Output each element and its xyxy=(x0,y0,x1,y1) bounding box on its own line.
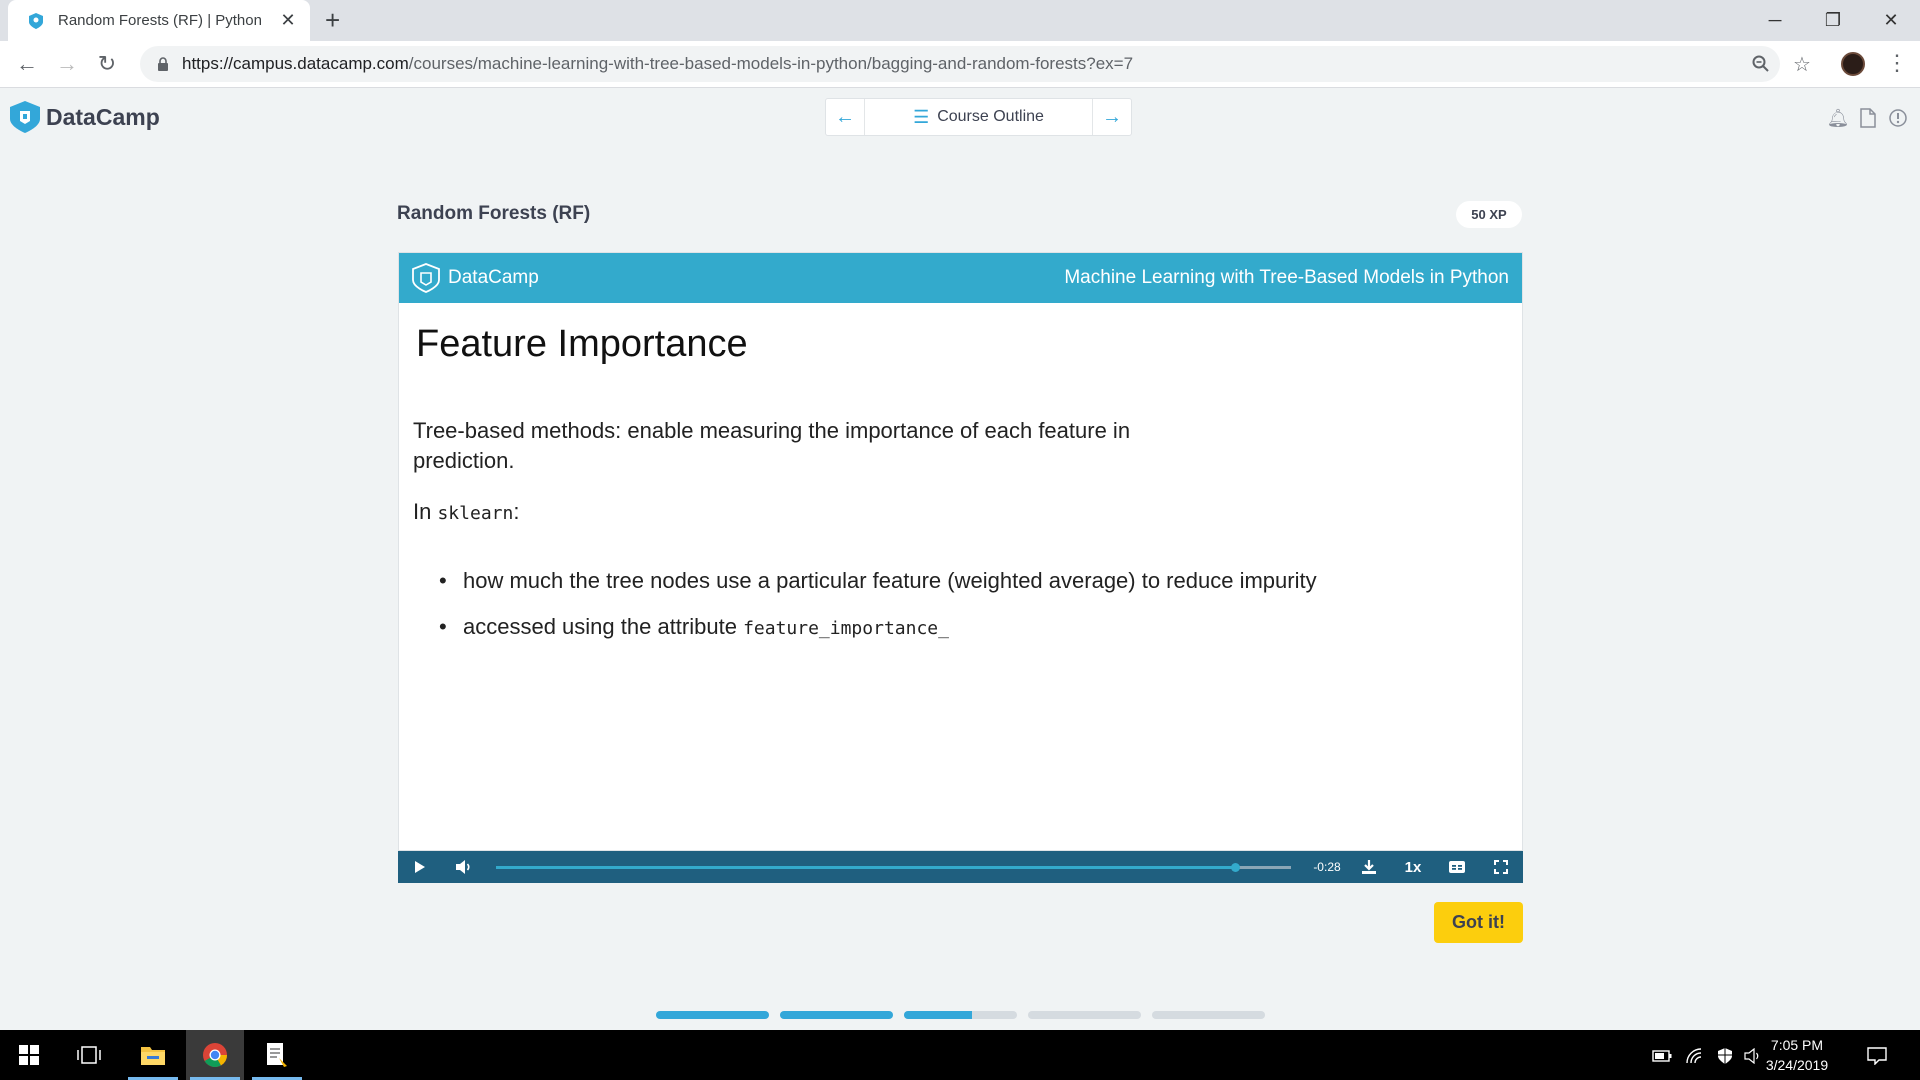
pdf-slides-icon[interactable] xyxy=(1856,106,1880,130)
browser-toolbar: ← → ↻ https://campus.datacamp.com/course… xyxy=(0,41,1920,88)
play-button[interactable] xyxy=(398,851,442,883)
chrome-icon xyxy=(203,1043,227,1068)
slide-brand: DataCamp xyxy=(412,263,539,293)
battery-icon[interactable] xyxy=(1651,1045,1673,1067)
course-outline-nav: ← ☰ Course Outline → xyxy=(825,98,1132,136)
taskbar-clock[interactable]: 7:05 PM 3/24/2019 xyxy=(1761,1035,1833,1075)
browser-tab[interactable]: Random Forests (RF) | Python ✕ xyxy=(8,0,310,41)
sklearn-code: sklearn xyxy=(437,503,514,524)
slide-course-name: Machine Learning with Tree-Based Models … xyxy=(1064,267,1509,288)
lock-icon xyxy=(154,55,172,73)
exercise-step-fill xyxy=(656,1011,769,1019)
minimize-button[interactable]: ─ xyxy=(1746,0,1804,41)
notification-bell-icon[interactable]: 🔔︎ xyxy=(1826,106,1850,130)
attribute-code: feature_importance_ xyxy=(743,618,949,639)
course-outline-label: Course Outline xyxy=(937,108,1044,125)
notepad-taskbar-item[interactable] xyxy=(248,1030,306,1080)
task-view-button[interactable] xyxy=(60,1030,118,1080)
fullscreen-icon xyxy=(1494,860,1508,874)
new-tab-button[interactable]: + xyxy=(325,6,340,34)
bullet-text: accessed using the attribute xyxy=(463,614,744,639)
bookmark-star-icon[interactable]: ☆ xyxy=(1789,51,1815,77)
tab-close-icon[interactable]: ✕ xyxy=(278,10,298,31)
exercise-title: Random Forests (RF) xyxy=(397,203,591,224)
restore-button[interactable]: ❐ xyxy=(1804,0,1862,41)
reload-icon[interactable]: ↻ xyxy=(92,49,122,79)
back-arrow-icon[interactable]: ← xyxy=(12,49,42,79)
exercise-step-2[interactable] xyxy=(780,1011,893,1019)
bullet-item: accessed using the attribute feature_imp… xyxy=(439,604,1339,652)
playback-speed-button[interactable]: 1x xyxy=(1391,851,1435,883)
slide-in-sklearn: In sklearn: xyxy=(413,499,519,525)
exercise-step-fill xyxy=(904,1011,972,1019)
volume-icon xyxy=(456,860,470,874)
video-slide[interactable]: DataCamp Machine Learning with Tree-Base… xyxy=(398,252,1523,851)
play-icon xyxy=(415,861,425,873)
url-path: /courses/machine-learning-with-tree-base… xyxy=(408,54,1134,73)
folder-icon xyxy=(141,1047,165,1065)
action-center-icon[interactable] xyxy=(1866,1045,1888,1067)
document-icon xyxy=(267,1043,287,1067)
datacamp-logo[interactable]: DataCamp xyxy=(10,101,160,133)
datacamp-favicon-icon xyxy=(28,12,44,29)
slide-brand-text: DataCamp xyxy=(448,267,539,288)
fullscreen-button[interactable] xyxy=(1479,851,1523,883)
slide-intro: Tree-based methods: enable measuring the… xyxy=(413,418,1131,473)
security-shield-icon[interactable] xyxy=(1714,1045,1736,1067)
url-host: https://campus.datacamp.com xyxy=(182,54,409,73)
xp-badge: 50 XP xyxy=(1456,201,1522,228)
zoom-icon[interactable] xyxy=(1748,51,1774,77)
browser-tab-strip: Random Forests (RF) | Python ✕ + ─ ❐ ✕ xyxy=(0,0,1920,41)
info-icon[interactable] xyxy=(1886,106,1910,130)
clock-date: 3/24/2019 xyxy=(1765,1057,1829,1073)
slide-header: DataCamp Machine Learning with Tree-Base… xyxy=(399,253,1522,303)
task-view-icon xyxy=(77,1046,101,1064)
progress-fill xyxy=(496,866,1236,869)
menu-icon: ☰ xyxy=(913,106,930,127)
progress-handle[interactable] xyxy=(1231,863,1241,872)
exercise-step-fill xyxy=(780,1011,893,1019)
profile-avatar[interactable] xyxy=(1841,52,1865,76)
exercise-step-4[interactable] xyxy=(1028,1011,1141,1019)
captions-icon xyxy=(1449,861,1465,873)
start-button[interactable] xyxy=(0,1030,58,1080)
got-it-button[interactable]: Got it! xyxy=(1434,902,1523,943)
download-button[interactable] xyxy=(1347,851,1391,883)
tab-title: Random Forests (RF) | Python xyxy=(58,12,262,29)
captions-button[interactable] xyxy=(1435,851,1479,883)
forward-arrow-icon[interactable]: → xyxy=(52,49,82,79)
volume-button[interactable] xyxy=(442,851,486,883)
file-explorer-taskbar-item[interactable] xyxy=(124,1030,182,1080)
datacamp-shield-outline-icon xyxy=(412,263,440,293)
exercise-step-1[interactable] xyxy=(656,1011,769,1019)
video-progress-bar[interactable] xyxy=(496,851,1291,883)
address-bar[interactable]: https://campus.datacamp.com/courses/mach… xyxy=(140,46,1780,82)
wifi-icon[interactable] xyxy=(1684,1045,1706,1067)
next-exercise-button[interactable]: → xyxy=(1093,99,1131,135)
bullet-item: how much the tree nodes use a particular… xyxy=(439,558,1339,604)
slide-bullets: how much the tree nodes use a particular… xyxy=(439,558,1339,652)
windows-logo-icon xyxy=(19,1045,39,1065)
url-text: https://campus.datacamp.com/courses/mach… xyxy=(182,54,1133,74)
close-window-button[interactable]: ✕ xyxy=(1862,0,1920,41)
exercise-step-5[interactable] xyxy=(1152,1011,1265,1019)
download-icon xyxy=(1362,860,1376,874)
windows-taskbar: 7:05 PM 3/24/2019 xyxy=(0,1030,1920,1080)
in-suffix: : xyxy=(513,499,520,524)
datacamp-shield-icon xyxy=(10,101,40,133)
exercise-step-indicator xyxy=(656,1011,1265,1019)
slide-heading: Feature Importance xyxy=(416,323,748,365)
exercise-step-3[interactable] xyxy=(904,1011,1017,1019)
video-controls: -0:28 1x xyxy=(398,851,1523,883)
clock-time: 7:05 PM xyxy=(1770,1037,1824,1053)
chrome-taskbar-item[interactable] xyxy=(186,1030,244,1080)
time-remaining: -0:28 xyxy=(1313,860,1341,874)
browser-menu-icon[interactable]: ⋮ xyxy=(1886,51,1908,75)
course-outline-button[interactable]: ☰ Course Outline xyxy=(864,99,1093,135)
previous-exercise-button[interactable]: ← xyxy=(826,99,864,135)
logo-text: DataCamp xyxy=(46,103,160,130)
in-label: In xyxy=(413,499,438,524)
